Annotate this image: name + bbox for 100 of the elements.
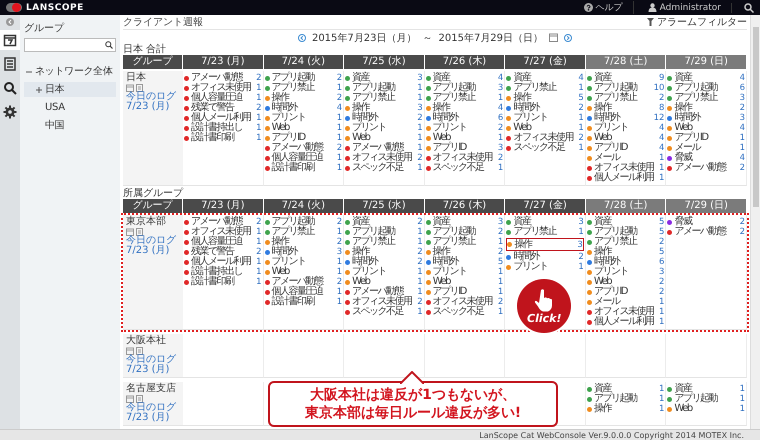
alarm-name[interactable]: スペック不足: [432, 163, 492, 173]
alarm-name[interactable]: 個人メール利用: [594, 317, 654, 327]
alarm-count[interactable]: 12: [653, 113, 664, 123]
alarm-count[interactable]: 2: [412, 217, 423, 227]
alarm-count[interactable]: 4: [492, 103, 504, 113]
alarm-count[interactable]: 2: [492, 123, 504, 133]
alarm-name[interactable]: Web: [674, 123, 734, 133]
highlighted-item[interactable]: 操作 3: [506, 238, 584, 251]
alarm-count[interactable]: 1: [412, 93, 423, 103]
alarm-name[interactable]: アプリ禁止: [594, 237, 654, 247]
alarm-count[interactable]: 4: [734, 123, 745, 133]
alarm-name[interactable]: 設計書印刷: [272, 297, 332, 307]
alarm-count[interactable]: 1: [572, 227, 584, 237]
alarm-count[interactable]: 1: [492, 163, 504, 173]
alarm-count[interactable]: 2: [572, 133, 584, 143]
alarm-count[interactable]: 2: [492, 297, 504, 307]
alarm-count[interactable]: 3: [492, 83, 504, 93]
alarm-count[interactable]: 6: [653, 257, 664, 267]
alarm-count[interactable]: 1: [331, 123, 342, 133]
alarm-count[interactable]: 2: [331, 217, 342, 227]
alarm-name[interactable]: 操作: [514, 240, 572, 250]
alarm-count[interactable]: 2: [250, 217, 262, 227]
alarm-name[interactable]: アプリ禁止: [432, 237, 492, 247]
alarm-count[interactable]: 4: [653, 123, 664, 133]
alarm-name[interactable]: スペック不足: [352, 163, 412, 173]
alarm-count[interactable]: 3: [572, 217, 584, 227]
alarm-count[interactable]: 1: [653, 153, 664, 163]
alarm-name[interactable]: 操作: [432, 247, 492, 257]
alarm-name[interactable]: 残業で警告: [191, 247, 251, 257]
alarm-name[interactable]: 時間外: [594, 113, 654, 123]
alarm-name[interactable]: アプリ起動: [432, 227, 492, 237]
alarm-name[interactable]: アプリ起動: [272, 73, 332, 83]
alarm-name[interactable]: Web: [432, 277, 492, 287]
alarm-name[interactable]: アプリ起動: [432, 83, 492, 93]
alarm-count[interactable]: 2: [331, 277, 342, 287]
alarm-name[interactable]: 時間外: [352, 257, 412, 267]
alarm-count[interactable]: 1: [734, 394, 745, 404]
alarm-name[interactable]: 個人メール利用: [594, 173, 654, 183]
alarm-count[interactable]: 1: [734, 133, 745, 143]
alarm-name[interactable]: 時間外: [432, 257, 492, 267]
alarm-count[interactable]: 1: [412, 83, 423, 93]
alarm-count[interactable]: 1: [492, 237, 504, 247]
tree-item[interactable]: ネットワーク全体: [24, 64, 116, 79]
alarm-name[interactable]: プリント: [594, 267, 654, 277]
alarm-count[interactable]: 1: [331, 267, 342, 277]
alarm-name[interactable]: 設計書持出し: [191, 123, 251, 133]
alarm-count[interactable]: 1: [250, 277, 262, 287]
alarm-count[interactable]: 1: [734, 384, 745, 394]
alarm-name[interactable]: プリント: [432, 267, 492, 277]
alarm-name[interactable]: アプリ禁止: [594, 93, 654, 103]
alarm-count[interactable]: 5: [492, 257, 504, 267]
alarm-name[interactable]: スペック不足: [352, 307, 412, 317]
alarm-name[interactable]: 個人容量圧迫: [272, 153, 332, 163]
alarm-count[interactable]: 1: [250, 83, 262, 93]
alarm-name[interactable]: 資産: [352, 217, 412, 227]
alarm-name[interactable]: 設計書印刷: [191, 277, 251, 287]
alarm-count[interactable]: 2: [331, 93, 342, 103]
alarm-count[interactable]: 2: [331, 73, 342, 83]
alarm-count[interactable]: 5: [653, 247, 664, 257]
alarm-count[interactable]: 2: [250, 247, 262, 257]
alarm-name[interactable]: 設計書印刷: [272, 163, 332, 173]
alarm-name[interactable]: 資産: [674, 384, 734, 394]
alarm-name[interactable]: プリント: [272, 113, 332, 123]
tree-item[interactable]: 中国: [24, 118, 116, 133]
alarm-count[interactable]: 1: [331, 133, 342, 143]
alarm-count[interactable]: 3: [572, 240, 583, 250]
alarm-count[interactable]: 2: [412, 297, 423, 307]
alarm-name[interactable]: アメーバ動態: [674, 227, 734, 237]
alarm-name[interactable]: オフィス未使用: [352, 297, 412, 307]
alarm-count[interactable]: 2: [734, 103, 745, 113]
alarm-count[interactable]: 5: [653, 217, 664, 227]
alarm-name[interactable]: スペック不足: [432, 307, 492, 317]
alarm-count[interactable]: 1: [412, 267, 423, 277]
alarm-count[interactable]: 2: [734, 227, 745, 237]
alarm-count[interactable]: 2: [734, 163, 745, 173]
alarm-name[interactable]: アメーバ動態: [191, 217, 251, 227]
alarm-name[interactable]: アプリ起動: [674, 83, 734, 93]
alarm-name[interactable]: 残業で警告: [191, 103, 251, 113]
alarm-name[interactable]: Web: [272, 267, 332, 277]
alarm-count[interactable]: 2: [572, 252, 584, 262]
alarm-count[interactable]: 1: [492, 307, 504, 317]
alarm-count[interactable]: 3: [653, 267, 664, 277]
alarm-count[interactable]: 2: [653, 93, 664, 103]
alarm-name[interactable]: アプリ禁止: [674, 93, 734, 103]
alarm-name[interactable]: プリント: [432, 123, 492, 133]
alarm-name[interactable]: Web: [352, 133, 412, 143]
alarm-name[interactable]: 脅威: [674, 217, 734, 227]
alarm-name[interactable]: 資産: [432, 73, 492, 83]
alarm-name[interactable]: 時間外: [674, 113, 734, 123]
alarm-count[interactable]: 1: [412, 123, 423, 133]
alarm-count[interactable]: 1: [250, 237, 262, 247]
tree-item[interactable]: 日本: [24, 82, 116, 97]
alarm-name[interactable]: メール: [594, 153, 654, 163]
alarm-name[interactable]: 設計書印刷: [191, 133, 251, 143]
alarm-name[interactable]: 資産: [594, 217, 654, 227]
alarm-count[interactable]: 5: [653, 227, 664, 237]
alarm-count[interactable]: 8: [653, 103, 664, 113]
alarm-count[interactable]: 2: [653, 277, 664, 287]
filter-button[interactable]: アラームフィルター: [657, 15, 747, 29]
alarm-count[interactable]: 1: [331, 227, 342, 237]
